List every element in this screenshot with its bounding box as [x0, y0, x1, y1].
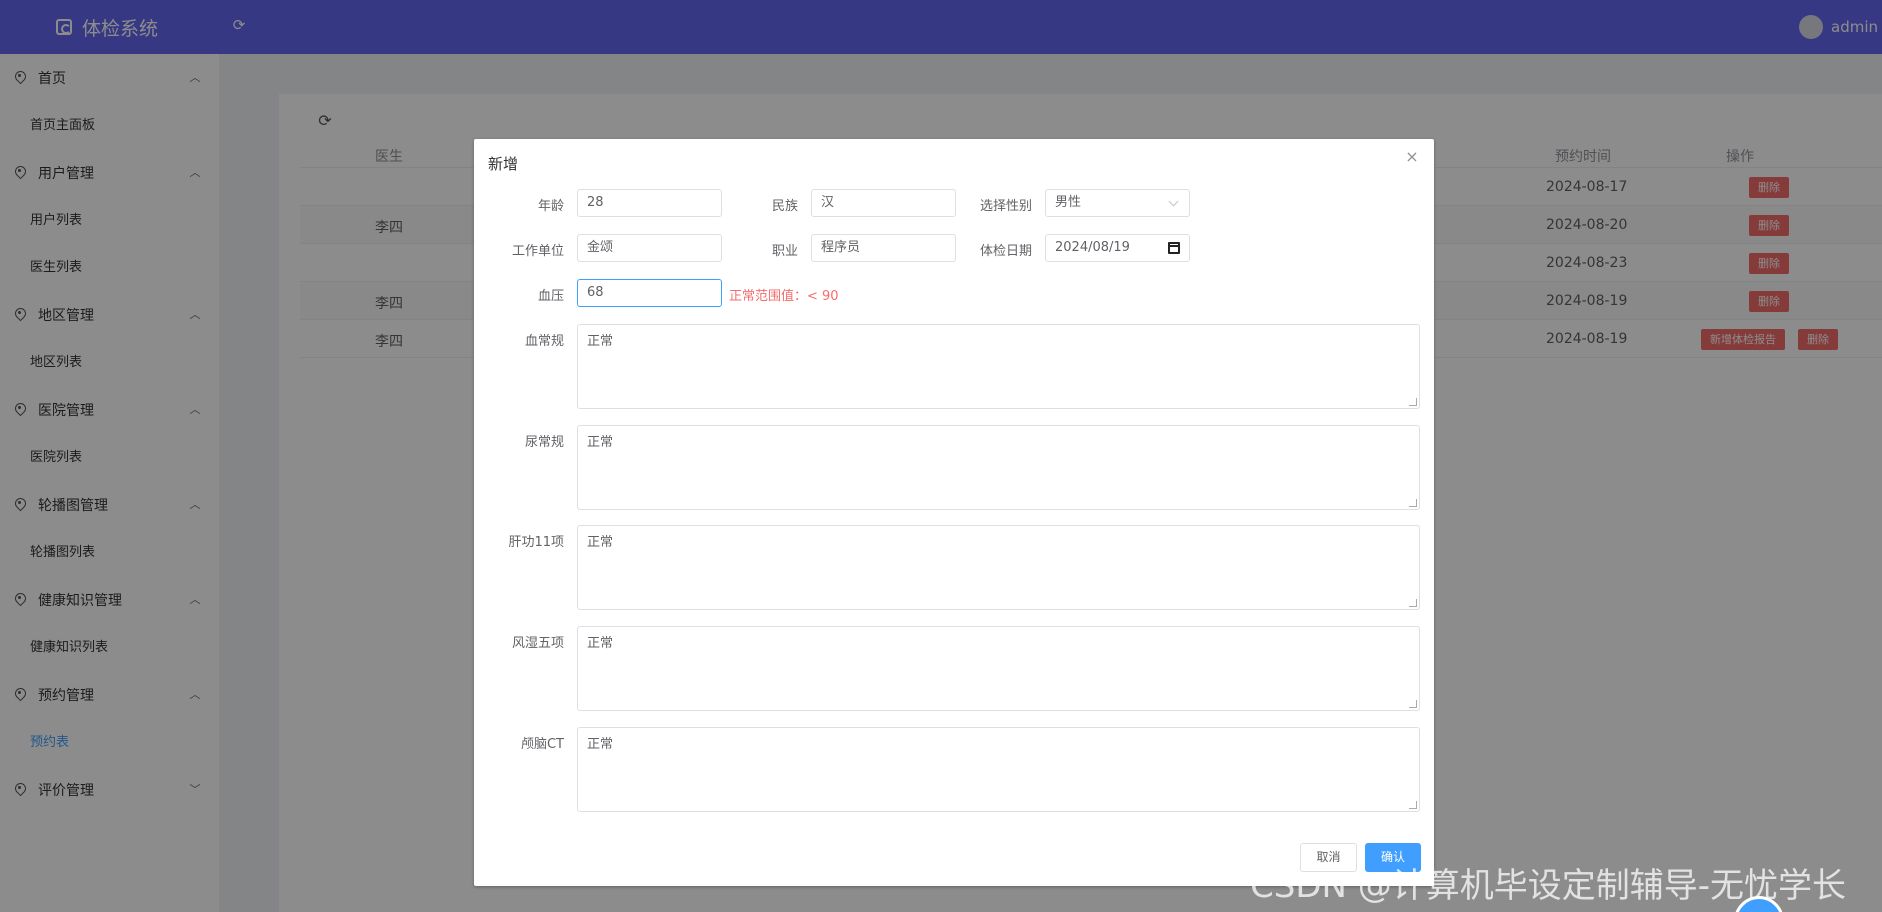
blood-pressure-label: 血压 — [537, 289, 564, 304]
resize-handle-icon[interactable] — [1409, 801, 1417, 809]
head-ct-value: 正常 — [587, 737, 614, 752]
occupation-label: 职业 — [771, 244, 798, 259]
age-label: 年龄 — [537, 199, 564, 214]
urine-routine-value: 正常 — [587, 435, 614, 450]
watermark: CSDN @计算机毕设定制辅导-无忧学长 — [1250, 866, 1847, 906]
liver-function-textarea[interactable]: 正常 — [577, 525, 1420, 610]
blood-routine-textarea[interactable]: 正常 — [577, 324, 1420, 409]
close-icon[interactable]: × — [1404, 149, 1420, 165]
exam-date-input[interactable]: 2024/08/19 — [1045, 234, 1190, 262]
gender-select-value: 男性 — [1055, 195, 1082, 210]
blood-pressure-input[interactable]: 68 — [577, 279, 722, 307]
rheumatism-label: 风湿五项 — [511, 636, 564, 651]
exam-date-label: 体检日期 — [979, 244, 1032, 259]
blood-routine-label: 血常规 — [524, 334, 564, 349]
resize-handle-icon[interactable] — [1409, 700, 1417, 708]
urine-routine-textarea[interactable]: 正常 — [577, 425, 1420, 510]
urine-routine-label: 尿常规 — [524, 435, 564, 450]
blood-pressure-hint: 正常范围值：< 90 — [729, 289, 839, 304]
exam-date-value: 2024/08/19 — [1055, 240, 1130, 255]
workplace-input[interactable]: 金颂 — [577, 234, 722, 262]
dialog-title: 新增 — [488, 155, 519, 173]
workplace-label: 工作单位 — [511, 244, 564, 259]
chevron-down-icon — [1168, 196, 1179, 207]
occupation-input[interactable]: 程序员 — [811, 234, 956, 262]
ethnicity-label: 民族 — [771, 199, 798, 214]
liver-function-value: 正常 — [587, 535, 614, 550]
rheumatism-value: 正常 — [587, 636, 614, 651]
blood-routine-value: 正常 — [587, 334, 614, 349]
head-ct-label: 颅脑CT — [520, 737, 564, 752]
ethnicity-input[interactable]: 汉 — [811, 189, 956, 217]
add-dialog: 新增 × 年龄 28 民族 汉 选择性别 男性 工作单位 金颂 职业 程序员 体… — [474, 139, 1434, 886]
calendar-icon[interactable] — [1168, 242, 1180, 254]
head-ct-textarea[interactable]: 正常 — [577, 727, 1420, 812]
resize-handle-icon[interactable] — [1409, 599, 1417, 607]
gender-select[interactable]: 男性 — [1045, 189, 1190, 217]
resize-handle-icon[interactable] — [1409, 499, 1417, 507]
rheumatism-textarea[interactable]: 正常 — [577, 626, 1420, 711]
resize-handle-icon[interactable] — [1409, 398, 1417, 406]
gender-label: 选择性别 — [979, 199, 1032, 214]
liver-function-label: 肝功11项 — [508, 535, 564, 550]
age-input[interactable]: 28 — [577, 189, 722, 217]
